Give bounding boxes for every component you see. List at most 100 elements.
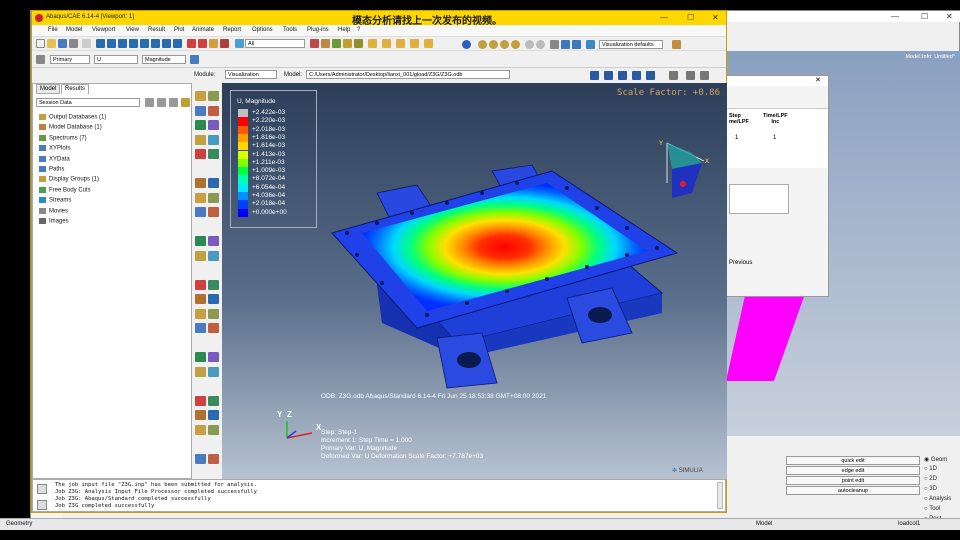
select-tool-icon[interactable] bbox=[235, 39, 244, 48]
toolbox-tool-icon[interactable] bbox=[208, 453, 219, 464]
toolbox-tool-icon[interactable] bbox=[208, 424, 219, 435]
create-display-icon[interactable] bbox=[332, 39, 341, 48]
toolbox-tool-icon[interactable] bbox=[208, 366, 219, 377]
color-code-icon[interactable] bbox=[198, 39, 207, 48]
box-zoom-icon[interactable] bbox=[140, 39, 149, 48]
print-icon[interactable] bbox=[69, 39, 78, 48]
maximize-icon[interactable]: ☐ bbox=[921, 12, 928, 21]
undo-view-icon[interactable] bbox=[173, 39, 182, 48]
tree-item[interactable]: Output Databases (1) bbox=[39, 114, 106, 121]
toolbox-tool-icon[interactable] bbox=[208, 236, 219, 246]
menu-plot[interactable]: Plot bbox=[174, 27, 184, 33]
toolbox-tool-icon[interactable] bbox=[195, 149, 206, 159]
last-frame-icon[interactable] bbox=[646, 71, 655, 80]
toolbox-tool-icon[interactable] bbox=[195, 236, 206, 246]
tree-item[interactable]: Paths bbox=[39, 166, 64, 173]
radio-geom[interactable]: ◉ Geom bbox=[924, 456, 947, 463]
radio-analysis[interactable]: ○ Analysis bbox=[924, 496, 951, 502]
menu-help[interactable]: Help bbox=[338, 27, 350, 33]
rotate-icon[interactable] bbox=[107, 39, 116, 48]
new-file-icon[interactable] bbox=[36, 39, 45, 48]
zoom-icon[interactable] bbox=[129, 39, 138, 48]
close-icon[interactable]: ✕ bbox=[712, 13, 719, 22]
toolbox-tool-icon[interactable] bbox=[195, 91, 206, 101]
toolbox-tool-icon[interactable] bbox=[208, 105, 219, 116]
toolbox-tool-icon[interactable] bbox=[208, 250, 219, 261]
tree-options-icon[interactable] bbox=[181, 98, 190, 107]
menu-plugins[interactable]: Plug-ins bbox=[307, 27, 329, 33]
toolbox-tool-icon[interactable] bbox=[195, 192, 206, 203]
prev-frame-icon[interactable] bbox=[618, 71, 627, 80]
minimize-icon[interactable]: — bbox=[891, 12, 899, 21]
radio-3d[interactable]: ○ 3D bbox=[924, 486, 937, 492]
toolbox-tool-icon[interactable] bbox=[208, 120, 219, 130]
query-icon[interactable] bbox=[187, 39, 196, 48]
save-icon[interactable] bbox=[58, 39, 67, 48]
menu-whats-this[interactable]: ? bbox=[357, 27, 360, 33]
view-front-icon[interactable] bbox=[368, 39, 377, 48]
render-wire-icon[interactable] bbox=[489, 40, 498, 49]
toolbox-tool-icon[interactable] bbox=[208, 134, 219, 145]
background-text-field[interactable] bbox=[729, 184, 789, 214]
invariant-select[interactable]: Magnitude bbox=[142, 55, 186, 64]
overlay-plot-icon[interactable] bbox=[672, 40, 681, 49]
toolbox-tool-icon[interactable] bbox=[195, 366, 206, 377]
toolbox-tool-icon[interactable] bbox=[195, 294, 206, 304]
viewport-options-icon[interactable] bbox=[686, 71, 695, 80]
view-back-icon[interactable] bbox=[382, 39, 391, 48]
toolbox-tool-icon[interactable] bbox=[195, 323, 206, 333]
toolbox-tool-icon[interactable] bbox=[195, 178, 206, 188]
toolbox-tool-icon[interactable] bbox=[195, 105, 206, 116]
menu-file[interactable]: File bbox=[48, 27, 58, 33]
remove-icon[interactable] bbox=[343, 39, 352, 48]
quick-edit-button[interactable]: quick edit bbox=[786, 456, 920, 465]
toolbox-tool-icon[interactable] bbox=[195, 120, 206, 130]
previous-button[interactable]: Previous bbox=[729, 260, 752, 266]
viewport-canvas[interactable]: U, Magnitude +2.422e-03 +2.220e-03 +2.018e… bbox=[222, 83, 727, 479]
viewport-layout-icon[interactable] bbox=[700, 71, 709, 80]
render-hidden-icon[interactable] bbox=[500, 40, 509, 49]
render-filled-icon[interactable] bbox=[511, 40, 520, 49]
toolbox-tool-icon[interactable] bbox=[195, 308, 206, 319]
point-edit-button[interactable]: point edit bbox=[786, 476, 920, 485]
tree-expand-icon[interactable] bbox=[157, 98, 166, 107]
first-frame-icon[interactable] bbox=[604, 71, 613, 80]
toolbox-tool-icon[interactable] bbox=[208, 192, 219, 203]
menu-animate[interactable]: Animate bbox=[192, 27, 214, 33]
python-tab-icon[interactable] bbox=[37, 500, 47, 510]
open-folder-icon[interactable] bbox=[47, 39, 56, 48]
grid-icon[interactable] bbox=[550, 40, 559, 49]
toolbox-tool-icon[interactable] bbox=[208, 308, 219, 319]
parallel-icon[interactable] bbox=[536, 40, 545, 49]
play-pause-icon[interactable] bbox=[590, 71, 599, 80]
tree-item[interactable]: Model Database (1) bbox=[39, 124, 102, 131]
compass-icon[interactable] bbox=[572, 40, 581, 49]
toolbox-tool-icon[interactable] bbox=[195, 352, 206, 362]
toolbox-tool-icon[interactable] bbox=[208, 395, 219, 406]
toolbox-tool-icon[interactable] bbox=[195, 250, 206, 261]
menu-view[interactable]: View bbox=[126, 27, 139, 33]
toolbox-tool-icon[interactable] bbox=[208, 294, 219, 304]
magnify-icon[interactable] bbox=[118, 39, 127, 48]
toolbox-tool-icon[interactable] bbox=[195, 395, 206, 406]
toolbox-tool-icon[interactable] bbox=[208, 352, 219, 362]
radio-1d[interactable]: ○ 1D bbox=[924, 466, 937, 472]
perspective-icon[interactable] bbox=[525, 40, 534, 49]
render-shaded-icon[interactable] bbox=[478, 40, 487, 49]
field-output-icon[interactable] bbox=[36, 55, 45, 64]
toolbox-tool-icon[interactable] bbox=[208, 410, 219, 420]
model-select[interactable]: C:/Users/Administrator/Desktop/lianxi_00… bbox=[306, 70, 510, 79]
toolbox-tool-icon[interactable] bbox=[195, 279, 206, 290]
toolbox-tool-icon[interactable] bbox=[208, 323, 219, 333]
layer-icon[interactable] bbox=[561, 40, 570, 49]
toolbox-tool-icon[interactable] bbox=[208, 207, 219, 217]
module-select[interactable]: Visualization bbox=[225, 70, 277, 79]
maximize-icon[interactable]: ☐ bbox=[687, 13, 694, 22]
menu-result[interactable]: Result bbox=[148, 27, 165, 33]
next-frame-icon[interactable] bbox=[632, 71, 641, 80]
replace-icon[interactable] bbox=[220, 39, 229, 48]
tree-item[interactable]: Images bbox=[39, 218, 69, 225]
view-iso-icon[interactable] bbox=[424, 39, 433, 48]
menu-viewport[interactable]: Viewport bbox=[92, 27, 115, 33]
visualization-defaults-select[interactable]: Visualization defaults bbox=[599, 40, 663, 49]
